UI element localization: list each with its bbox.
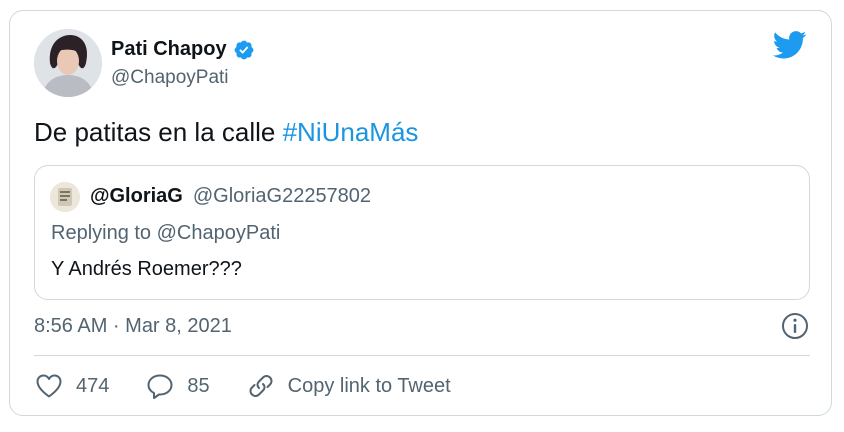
quoted-tweet-text: Y Andrés Roemer??? xyxy=(51,258,242,280)
quoted-tweet[interactable]: @GloriaG @GloriaG22257802 Replying to @C… xyxy=(34,165,810,300)
tweet-text: De patitas en la calle #NiUnaMás xyxy=(34,117,418,148)
copy-link-button[interactable]: Copy link to Tweet xyxy=(246,371,451,401)
replying-to-label: Replying to @ChapoyPati xyxy=(51,222,281,244)
copy-link-label: Copy link to Tweet xyxy=(287,374,451,397)
author-handle[interactable]: @ChapoyPati xyxy=(111,67,229,89)
verified-badge-icon xyxy=(234,40,253,59)
heart-icon xyxy=(36,374,62,398)
quoted-author-avatar xyxy=(50,182,80,212)
reply-button[interactable]: 85 xyxy=(145,371,210,401)
tweet-timestamp[interactable]: 8:56 AM · Mar 8, 2021 xyxy=(34,315,232,338)
author-avatar[interactable] xyxy=(34,29,102,97)
twitter-bird-icon[interactable] xyxy=(773,31,807,59)
tweet-actions: 474 85 Copy link to Tweet xyxy=(34,371,451,401)
quoted-author-name: @GloriaG xyxy=(90,185,183,207)
like-count: 474 xyxy=(76,374,110,397)
reply-count: 85 xyxy=(187,374,210,397)
tweet-body: De patitas en la calle xyxy=(34,117,283,147)
info-icon[interactable] xyxy=(781,312,809,340)
hashtag-link[interactable]: #NiUnaMás xyxy=(283,117,419,147)
tweet-card[interactable]: Pati Chapoy @ChapoyPati De patitas en la… xyxy=(9,10,832,416)
quoted-author-handle: @GloriaG22257802 xyxy=(192,185,372,207)
divider xyxy=(34,355,810,356)
link-icon xyxy=(249,375,273,397)
comment-icon xyxy=(147,374,173,399)
like-button[interactable]: 474 xyxy=(34,371,109,401)
author-display-name[interactable]: Pati Chapoy xyxy=(111,38,227,61)
